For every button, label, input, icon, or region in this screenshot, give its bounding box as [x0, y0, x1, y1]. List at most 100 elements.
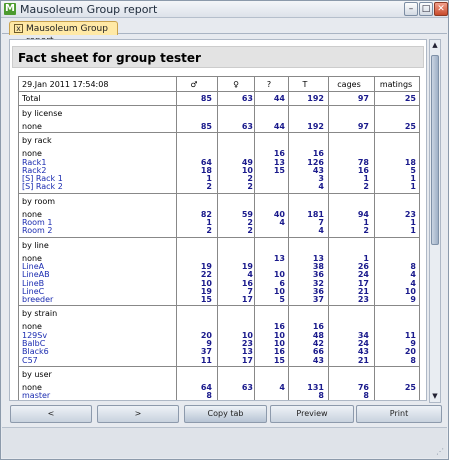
table-section: by room none 82 59 40 181 94 23 Room 1 1 2 4 7 1 1 Room… [19, 193, 419, 238]
section-heading: by line [22, 240, 49, 250]
column-divider [176, 133, 177, 193]
column-divider [328, 92, 329, 105]
column-divider [374, 133, 375, 193]
column-divider [374, 106, 375, 133]
maximize-button[interactable]: □ [419, 2, 433, 16]
column-divider [328, 366, 329, 400]
column-divider [176, 193, 177, 237]
table-cell: 2 [206, 182, 212, 192]
column-header: ♂ [190, 80, 198, 89]
row-label: none [22, 122, 42, 131]
table-cell: 13 [180, 400, 212, 401]
fact-table: 29.Jan 2011 17:54:08 ♂ ♀? Tcages matings Tota… [18, 76, 420, 401]
total-value: 25 [404, 94, 416, 103]
copy-tab-button[interactable]: Copy tab [184, 405, 267, 423]
scroll-down-icon[interactable]: ▼ [431, 392, 439, 401]
table-cell: 2 [206, 226, 212, 236]
column-divider [328, 77, 329, 91]
tab-strip: x Mausoleum Group report [2, 19, 447, 46]
total-value: 85 [200, 94, 212, 103]
table-cell: 15 [273, 165, 285, 175]
table-cell: 1 [410, 182, 416, 192]
section-heading: by room [22, 196, 56, 206]
column-divider [374, 237, 375, 306]
report-header: Fact sheet for group tester [12, 46, 424, 68]
section-heading: by rack [22, 136, 52, 146]
row-label[interactable]: Room 2 [22, 226, 52, 236]
table-cell: 43 [312, 355, 324, 365]
column-divider [374, 366, 375, 400]
column-divider [217, 92, 218, 105]
application-window: M Mausoleum Group report – □ ✕ x Mausole… [0, 0, 449, 460]
scrollbar-thumb[interactable] [431, 55, 439, 245]
table-cell: 2 [363, 226, 369, 236]
previous-button[interactable]: < [10, 405, 92, 423]
column-divider [217, 306, 218, 366]
table-cell: 15 [273, 355, 285, 365]
table-cell: 85 [200, 122, 212, 131]
total-value: 44 [273, 94, 285, 103]
table-cell: 44 [273, 122, 285, 131]
table-cell: 21 [357, 355, 369, 365]
preview-button[interactable]: Preview [270, 405, 354, 423]
table-cell: 13 [337, 400, 369, 401]
table-cell: 97 [357, 122, 369, 131]
page-title: Fact sheet for group tester [18, 51, 201, 65]
column-divider [328, 237, 329, 306]
minimize-button[interactable]: – [404, 2, 418, 16]
table-cell: 11 [200, 355, 212, 365]
row-label: Total [22, 94, 41, 103]
column-divider [288, 237, 289, 306]
column-header: matings [379, 80, 413, 89]
vertical-scrollbar[interactable]: ▲ ▼ [429, 39, 441, 403]
close-window-button[interactable]: ✕ [434, 2, 448, 16]
table-cell: 5 [279, 295, 285, 305]
next-button[interactable]: > [97, 405, 179, 423]
scroll-up-icon[interactable]: ▲ [431, 41, 439, 50]
row-label[interactable]: C57 [22, 356, 38, 366]
table-cell: 4 [318, 226, 324, 236]
column-divider [217, 193, 218, 237]
column-divider [328, 193, 329, 237]
table-cell: 13 [273, 253, 285, 263]
table-header-row: 29.Jan 2011 17:54:08 ♂ ♀? Tcages matings [19, 77, 419, 92]
resize-grip-icon[interactable]: ⋰ [436, 448, 445, 457]
tab-close-icon[interactable]: x [14, 24, 23, 33]
column-divider [176, 106, 177, 133]
table-cell: 15 [200, 295, 212, 305]
column-divider [374, 77, 375, 91]
table-cell: 4 [279, 382, 285, 392]
app-logo-icon: M [4, 3, 16, 15]
section-heading: by strain [22, 309, 58, 319]
table-cell: 2 [247, 226, 253, 236]
table-cell: 63 [241, 382, 253, 392]
row-label[interactable]: [S] Rack 2 [22, 182, 63, 192]
total-row: Total 85 63 44 192 97 25 [19, 92, 419, 106]
column-divider [288, 193, 289, 237]
table-cell: 9 [410, 295, 416, 305]
print-button[interactable]: Print [356, 405, 442, 423]
window-title: Mausoleum Group report [20, 3, 158, 16]
table-section: by rack none 16 16 Rack1 64 49 13 126 78 18 Rack2 18… [19, 133, 419, 194]
column-divider [176, 306, 177, 366]
section-heading: by user [22, 369, 52, 379]
title-bar[interactable]: M Mausoleum Group report – □ ✕ [1, 1, 448, 18]
table-cell: 4 [318, 182, 324, 192]
table-cell: 17 [241, 295, 253, 305]
column-divider [176, 237, 177, 306]
table-cell: 8 [410, 355, 416, 365]
table-cell: 2 [247, 182, 253, 192]
column-divider [374, 193, 375, 237]
column-divider [328, 306, 329, 366]
table-section: by usernone646341317625master888master21… [19, 366, 419, 401]
table-cell: 25 [404, 122, 416, 131]
row-label[interactable]: breeder [22, 295, 53, 305]
column-divider [176, 366, 177, 400]
report-content: Fact sheet for group tester 29.Jan 2011 … [9, 39, 427, 401]
column-header: ? [266, 80, 272, 89]
column-divider [217, 133, 218, 193]
row-label[interactable]: master2 [22, 400, 55, 401]
tab-group-report[interactable]: x Mausoleum Group report [9, 21, 118, 46]
table-cell: 25 [404, 382, 416, 392]
column-divider [328, 106, 329, 133]
